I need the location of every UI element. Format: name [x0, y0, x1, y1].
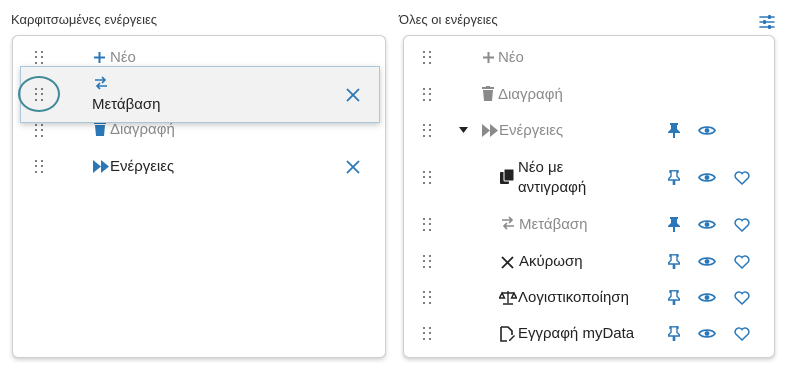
cancel-x-icon	[501, 256, 514, 269]
pin-outline-icon[interactable]	[668, 290, 680, 305]
file-edit-icon	[500, 326, 515, 342]
fast-forward-icon	[482, 124, 498, 137]
heart-outline-icon[interactable]	[734, 327, 750, 341]
drag-handle-icon[interactable]	[423, 171, 431, 185]
heart-outline-icon[interactable]	[734, 218, 750, 232]
heart-outline-icon[interactable]	[734, 291, 750, 305]
drag-handle-icon[interactable]	[35, 160, 43, 174]
caret-down-icon[interactable]	[459, 127, 468, 133]
action-label-accounting: Λογιστικοποίηση	[518, 289, 629, 306]
all-actions-panel	[403, 35, 775, 358]
drag-handle-icon[interactable]	[423, 51, 431, 65]
drag-handle-icon[interactable]	[35, 124, 43, 138]
drag-handle-icon[interactable]	[423, 291, 431, 305]
action-label-mydata-record: Εγγραφή myData	[518, 325, 635, 342]
pin-filled-icon[interactable]	[668, 217, 680, 232]
remove-pinned-close-icon[interactable]	[345, 159, 361, 175]
action-label-new-copy-line2: αντιγραφή	[518, 179, 587, 196]
drag-handle-icon[interactable]	[423, 124, 431, 138]
fast-forward-icon	[93, 160, 109, 173]
pin-filled-icon[interactable]	[668, 123, 680, 138]
drag-handle-icon[interactable]	[423, 255, 431, 269]
settings-sliders-icon[interactable]	[759, 14, 775, 30]
eye-visible-icon[interactable]	[698, 327, 716, 340]
pinned-item-delete-label: Διαγραφή	[110, 121, 175, 138]
dragging-item-label: Μετάβαση	[92, 96, 161, 113]
drag-handle-icon[interactable]	[35, 51, 43, 65]
eye-visible-icon[interactable]	[698, 218, 716, 231]
drag-handle-icon[interactable]	[423, 218, 431, 232]
pin-outline-icon[interactable]	[668, 326, 680, 341]
transition-arrows-icon	[502, 216, 514, 230]
drag-handle-icon[interactable]	[423, 88, 431, 102]
pinned-item-new-label: Νέο	[110, 49, 136, 66]
drag-highlight-ring	[18, 76, 60, 112]
trash-icon	[94, 121, 106, 136]
eye-visible-icon[interactable]	[698, 255, 716, 268]
pinned-actions-title: Καρφιτσωμένες ενέργειες	[11, 12, 158, 27]
drag-handle-icon[interactable]	[423, 327, 431, 341]
action-label-new: Νέο	[498, 49, 524, 66]
scale-balance-icon	[499, 291, 517, 305]
pinned-item-actions-label: Ενέργειες	[110, 158, 175, 175]
heart-outline-icon[interactable]	[734, 171, 750, 185]
eye-visible-icon[interactable]	[698, 124, 716, 137]
action-label-delete: Διαγραφή	[498, 86, 563, 103]
trash-icon	[482, 86, 494, 101]
eye-visible-icon[interactable]	[698, 171, 716, 184]
plus-icon	[483, 52, 494, 63]
pin-outline-icon[interactable]	[668, 254, 680, 269]
action-label-transition: Μετάβαση	[519, 216, 588, 233]
heart-outline-icon[interactable]	[734, 255, 750, 269]
pin-outline-icon[interactable]	[668, 170, 680, 185]
remove-pinned-close-icon[interactable]	[345, 87, 361, 103]
action-label-actions: Ενέργειες	[499, 122, 564, 139]
action-label-new-copy-line1: Νέο με	[518, 159, 564, 176]
plus-icon	[94, 52, 105, 63]
transition-arrows-icon	[95, 76, 107, 90]
all-actions-title: Όλες οι ενέργειες	[399, 12, 498, 27]
dragging-item-card[interactable]	[20, 66, 380, 123]
copy-icon	[500, 169, 514, 184]
eye-visible-icon[interactable]	[698, 291, 716, 304]
action-label-cancel: Ακύρωση	[519, 253, 583, 270]
